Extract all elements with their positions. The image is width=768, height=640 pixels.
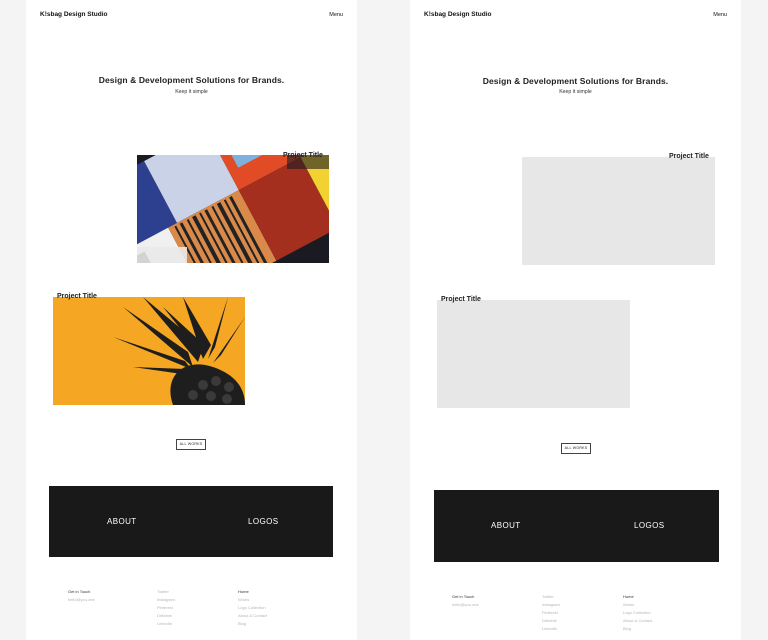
footer-nav-logo-collection[interactable]: Logo Collection	[238, 604, 267, 612]
project-thumbnail-placeholder-2[interactable]	[437, 300, 630, 408]
all-works-button[interactable]: ALL WORKS	[176, 439, 206, 450]
project-thumbnail-1[interactable]	[137, 155, 329, 263]
about-logos-block: ABOUT LOGOS	[434, 490, 719, 562]
brand-logo[interactable]: K!sbag Design Studio	[424, 11, 492, 18]
menu-button[interactable]: Menu	[713, 12, 727, 18]
about-logos-block: ABOUT LOGOS	[49, 486, 333, 557]
footer-social-dribbble[interactable]: Dribbble	[157, 612, 175, 620]
about-link[interactable]: ABOUT	[107, 517, 137, 526]
footer-social-twitter[interactable]: Twitter	[157, 588, 175, 596]
project-title-2[interactable]: Project Title	[441, 296, 481, 303]
all-works-button[interactable]: ALL WORKS	[561, 443, 591, 454]
hero-subtitle: Keep it simple	[559, 89, 592, 95]
footer-nav-blog[interactable]: Blog	[238, 620, 267, 628]
footer-social: Twitter Instagram Pinterest Dribbble Lin…	[157, 588, 175, 628]
footer-nav: Home Works Logo Collection About & Conta…	[238, 588, 267, 628]
footer-nav-about-contact[interactable]: About & Contact	[238, 612, 267, 620]
footer-email-link[interactable]: hello@you.one	[452, 601, 479, 609]
brand-logo[interactable]: K!sbag Design Studio	[40, 11, 108, 18]
hero-title: Design & Development Solutions for Brand…	[482, 76, 669, 86]
project-title-1[interactable]: Project Title	[669, 153, 709, 160]
footer-nav-logo-collection[interactable]: Logo Collection	[623, 609, 652, 617]
footer-social-dribbble[interactable]: Dribbble	[542, 617, 560, 625]
pineapple-image	[53, 297, 245, 405]
footer-social-instagram[interactable]: Instagram	[542, 601, 560, 609]
footer-social-twitter[interactable]: Twitter	[542, 593, 560, 601]
footer-email-link[interactable]: hello@you.one	[68, 596, 95, 604]
footer-contact: Get in Touch hello@you.one	[452, 593, 479, 609]
project-thumbnail-placeholder-1[interactable]	[522, 157, 715, 265]
footer-nav: Home Works Logo Collection About & Conta…	[623, 593, 652, 633]
footer-social-pinterest[interactable]: Pinterest	[542, 609, 560, 617]
footer-nav-about-contact[interactable]: About & Contact	[623, 617, 652, 625]
footer-nav-home[interactable]: Home	[623, 593, 652, 601]
footer-social: Twitter Instagram Pinterest Dribbble Lin…	[542, 593, 560, 633]
page-preview-wireframe: K!sbag Design Studio Menu Design & Devel…	[410, 0, 741, 640]
footer-nav-works[interactable]: Works	[623, 601, 652, 609]
hero-title: Design & Development Solutions for Brand…	[98, 75, 285, 85]
about-link[interactable]: ABOUT	[491, 521, 521, 530]
project-thumbnail-2[interactable]	[53, 297, 245, 405]
project-title-1[interactable]: Project Title	[283, 152, 323, 159]
footer-contact-heading: Get in Touch	[452, 594, 475, 599]
footer-social-instagram[interactable]: Instagram	[157, 596, 175, 604]
footer-nav-works[interactable]: Works	[238, 596, 267, 604]
poster-collage-image	[137, 155, 329, 263]
footer-nav-blog[interactable]: Blog	[623, 625, 652, 633]
footer-social-linkedin[interactable]: LinkedIn	[542, 625, 560, 633]
footer-social-pinterest[interactable]: Pinterest	[157, 604, 175, 612]
footer-contact: Get in Touch hello@you.one	[68, 588, 95, 604]
project-title-2[interactable]: Project Title	[57, 293, 97, 300]
footer-social-linkedin[interactable]: LinkedIn	[157, 620, 175, 628]
logos-link[interactable]: LOGOS	[248, 517, 278, 526]
footer-nav-home[interactable]: Home	[238, 588, 267, 596]
hero-subtitle: Keep it simple	[175, 89, 208, 95]
logos-link[interactable]: LOGOS	[634, 521, 664, 530]
footer-contact-heading: Get in Touch	[68, 589, 91, 594]
menu-button[interactable]: Menu	[329, 12, 343, 18]
page-preview-with-images: K!sbag Design Studio Menu Design & Devel…	[26, 0, 357, 640]
